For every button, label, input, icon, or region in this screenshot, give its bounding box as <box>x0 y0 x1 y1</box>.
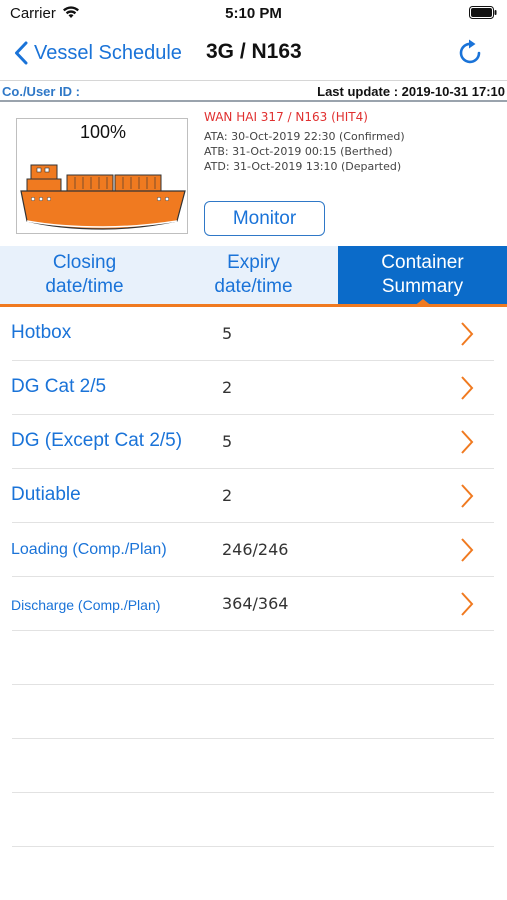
list-item-label: DG Cat 2/5 <box>11 376 107 397</box>
back-button[interactable]: Vessel Schedule <box>14 38 182 68</box>
ship-icon <box>20 164 186 230</box>
tab-container-summary[interactable]: Container Summary <box>338 246 507 307</box>
chevron-right-icon <box>461 430 474 454</box>
chevron-right-icon <box>461 538 474 562</box>
progress-percent: 100% <box>79 122 127 142</box>
user-id-label: Co./User ID : <box>2 84 81 99</box>
vessel-progress-card: 100% <box>16 118 188 234</box>
list-item-label: Dutiable <box>11 484 81 505</box>
tab-label: Expiry date/time <box>214 252 293 297</box>
empty-row <box>12 793 494 847</box>
vessel-atb: ATB: 31-Oct-2019 00:15 (Berthed) <box>204 145 393 158</box>
list-item-hotbox[interactable]: Hotbox 5 <box>11 307 494 361</box>
list-item-value: 5 <box>222 324 233 343</box>
status-bar: Carrier 5:10 PM <box>0 0 507 28</box>
list-item-dutiable[interactable]: Dutiable 2 <box>11 469 494 523</box>
empty-row <box>12 631 494 685</box>
monitor-button[interactable]: Monitor <box>204 201 325 236</box>
vessel-ata: ATA: 30-Oct-2019 22:30 (Confirmed) <box>204 130 405 143</box>
empty-row <box>12 739 494 793</box>
list-item-value: 364/364 <box>222 594 289 613</box>
list-item-loading[interactable]: Loading (Comp./Plan) 246/246 <box>11 523 494 577</box>
chevron-left-icon <box>15 41 28 65</box>
navigation-bar: Vessel Schedule 3G / N163 <box>0 28 507 78</box>
list-item-dg-cat-2-5[interactable]: DG Cat 2/5 2 <box>11 361 494 415</box>
list-item-label: Loading (Comp./Plan) <box>11 541 167 558</box>
list-item-value: 2 <box>222 486 233 505</box>
tab-closing-datetime[interactable]: Closing date/time <box>0 246 169 304</box>
empty-row <box>12 847 494 900</box>
chevron-right-icon <box>461 592 474 616</box>
tab-bar: Closing date/time Expiry date/time Conta… <box>0 246 507 307</box>
tab-label: Closing date/time <box>45 252 124 297</box>
vessel-name: WAN HAI 317 / N163 (HIT4) <box>204 110 368 124</box>
list-item-value: 2 <box>222 378 233 397</box>
empty-row <box>12 685 494 739</box>
tab-label: Container Summary <box>381 252 464 297</box>
list-item-dg-except-cat-2-5[interactable]: DG (Except Cat 2/5) 5 <box>11 415 494 469</box>
chevron-right-icon <box>461 376 474 400</box>
list-item-discharge[interactable]: Discharge (Comp./Plan) 364/364 <box>11 577 494 631</box>
last-update-text: Last update : 2019-10-31 17:10 <box>317 84 505 99</box>
info-bar: Co./User ID : Last update : 2019-10-31 1… <box>0 80 507 102</box>
list-item-label: Discharge (Comp./Plan) <box>11 597 161 613</box>
page-title: 3G / N163 <box>206 40 302 63</box>
container-summary-list: Hotbox 5 DG Cat 2/5 2 DG (Except Cat 2/5… <box>0 307 507 900</box>
list-item-label: DG (Except Cat 2/5) <box>11 430 183 451</box>
tab-expiry-datetime[interactable]: Expiry date/time <box>169 246 338 304</box>
list-item-label: Hotbox <box>11 322 72 343</box>
chevron-right-icon <box>461 322 474 346</box>
list-item-value: 246/246 <box>222 540 289 559</box>
vessel-atd: ATD: 31-Oct-2019 13:10 (Departed) <box>204 160 402 173</box>
chevron-right-icon <box>461 484 474 508</box>
list-item-value: 5 <box>222 432 233 451</box>
refresh-icon[interactable] <box>457 38 485 68</box>
status-clock: 5:10 PM <box>225 5 282 22</box>
back-button-label: Vessel Schedule <box>34 41 182 64</box>
battery-icon <box>469 6 497 19</box>
